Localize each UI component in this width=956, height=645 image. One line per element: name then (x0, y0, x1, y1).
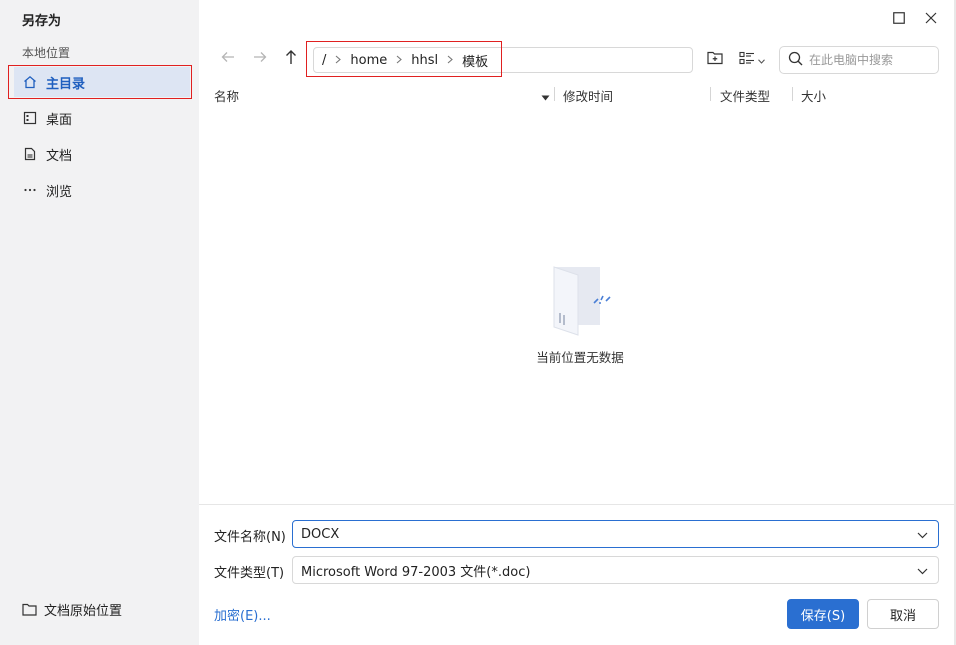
new-folder-icon (707, 51, 723, 69)
arrow-up-icon (285, 49, 297, 69)
original-location-button[interactable]: 文档原始位置 (22, 600, 122, 619)
chevron-down-icon (917, 564, 928, 579)
desktop-icon (22, 110, 38, 126)
sidebar-item-desktop[interactable]: 桌面 (14, 103, 190, 133)
back-button[interactable] (217, 48, 239, 70)
search-input[interactable] (809, 53, 929, 67)
column-header-modified[interactable]: 修改时间 (563, 86, 613, 105)
column-header-name[interactable]: 名称 (214, 86, 239, 105)
sidebar-item-label: 文档 (46, 148, 73, 164)
forward-button[interactable] (249, 48, 271, 70)
filetype-label: 文件类型(T) (214, 566, 285, 581)
sidebar-item-label: 主目录 (46, 76, 86, 92)
filetype-value: Microsoft Word 97-2003 文件(*.doc) (301, 564, 531, 580)
sidebar-item-label: 浏览 (46, 184, 73, 200)
sidebar-item-browse[interactable]: 浏览 (14, 175, 190, 205)
breadcrumb[interactable]: / home hhsl 模板 (313, 47, 693, 73)
chevron-right-icon (447, 54, 453, 67)
encrypt-link[interactable]: 加密(E)... (214, 605, 271, 624)
filename-field[interactable]: DOCX (292, 520, 939, 548)
column-divider[interactable] (792, 87, 793, 101)
sidebar: 另存为 本地位置 主目录 桌面 文档 浏览 文档原始位置 (0, 0, 199, 645)
column-divider[interactable] (710, 87, 711, 101)
save-button[interactable]: 保存(S) (787, 599, 859, 629)
column-divider[interactable] (554, 87, 555, 101)
sort-down-icon[interactable] (541, 90, 550, 105)
filetype-select[interactable]: Microsoft Word 97-2003 文件(*.doc) (292, 556, 939, 584)
column-header-type[interactable]: 文件类型 (720, 86, 770, 105)
empty-folder-illustration (548, 263, 620, 337)
chevron-right-icon (396, 54, 403, 67)
breadcrumb-templates[interactable]: 模板 (462, 51, 488, 70)
close-button[interactable] (921, 10, 941, 30)
sidebar-item-label: 桌面 (46, 112, 73, 128)
new-folder-button[interactable] (704, 48, 726, 72)
folder-icon (22, 602, 38, 618)
chevron-down-icon[interactable] (917, 528, 928, 543)
column-header-size[interactable]: 大小 (801, 86, 826, 105)
maximize-button[interactable] (889, 10, 909, 30)
section-label-local: 本地位置 (22, 46, 71, 60)
breadcrumb-root[interactable]: / (322, 53, 326, 68)
dialog-title: 另存为 (22, 14, 62, 29)
filename-value[interactable]: DOCX (301, 527, 339, 542)
search-icon (788, 51, 803, 70)
more-dots-icon (22, 182, 38, 198)
sidebar-item-documents[interactable]: 文档 (14, 139, 190, 169)
filename-label: 文件名称(N) (214, 530, 286, 545)
list-view-icon (739, 51, 755, 69)
original-location-label: 文档原始位置 (44, 604, 123, 619)
cancel-button[interactable]: 取消 (867, 599, 939, 629)
maximize-icon (893, 12, 905, 28)
breadcrumb-user[interactable]: hhsl (411, 53, 438, 68)
view-mode-button[interactable] (736, 48, 768, 72)
up-button[interactable] (280, 48, 302, 70)
close-icon (925, 12, 937, 28)
sidebar-item-home[interactable]: 主目录 (14, 67, 190, 97)
chevron-down-icon (758, 53, 765, 68)
chevron-right-icon (335, 54, 342, 67)
arrow-left-icon (221, 51, 235, 67)
document-icon (22, 146, 38, 162)
home-icon (22, 74, 38, 90)
breadcrumb-home[interactable]: home (350, 53, 387, 68)
empty-state-text: 当前位置无数据 (536, 350, 624, 365)
search-field[interactable] (779, 46, 939, 74)
arrow-right-icon (253, 51, 267, 67)
